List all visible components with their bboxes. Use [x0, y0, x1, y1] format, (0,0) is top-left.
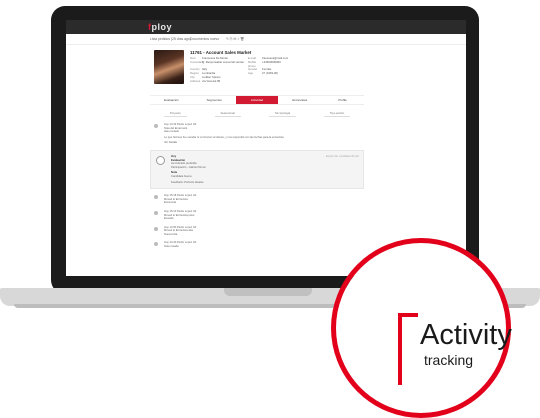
app-logo[interactable]: fploy [148, 22, 172, 32]
filter-select[interactable]: Sin tipología [268, 111, 297, 117]
entry-detail-link[interactable]: Ver Detalle [164, 141, 364, 145]
candidate-panel: 11761 - Account Sales Market Nom Francesc… [150, 44, 364, 254]
tab-evaluación[interactable]: Evaluación [150, 96, 193, 104]
feed-filters: Proyecto Seleccionar Sin tipología Tipo acc… [150, 111, 364, 117]
entry-status: Enviado [164, 217, 174, 221]
toolbar-icons[interactable]: ✎ ⎘ ✉ ⤴ 🗑 [226, 37, 244, 41]
badge-title: Activity [420, 319, 512, 351]
tab-entrevistas[interactable]: Entrevistas [278, 96, 321, 104]
back-link[interactable]: Lista pedidos (25 días ago) [150, 37, 191, 41]
entry-body: Lo que hicimos fue mandar el currículum … [164, 135, 285, 139]
field-row: Consultant Q: Responsable comercial venta… [190, 59, 360, 69]
entry-action: Nota creada [164, 245, 179, 249]
entry-dot [154, 210, 158, 215]
filter-select[interactable]: Proyecto [163, 111, 187, 117]
field-value: via Venezia 86 [202, 78, 221, 83]
feed-entry: Hoy 15:18 Pedro Lopez Gil Moved to Entre… [150, 194, 364, 205]
candidate-photo [154, 50, 184, 84]
field-value [262, 80, 308, 84]
laptop-screen: fploy Lista pedidos (25 días ago) Docume… [66, 20, 466, 276]
feed-entry: Hoy 15:10 Pedro Lopez Gil Moved to Entre… [150, 210, 364, 221]
field-key [248, 80, 262, 84]
entry-status: Entrevista [164, 201, 176, 205]
field-key: Address [190, 78, 201, 83]
entry-status: Nueva lista [164, 232, 178, 236]
feed-entry: Hoy 14:50 Pedro Lopez Gil Moved to Entre… [150, 226, 364, 237]
candidate-title: 11761 - Account Sales Market [190, 50, 252, 55]
tab-profile[interactable]: Profile [321, 96, 364, 104]
field-value: Q: Responsable comercial ventas [202, 59, 244, 64]
entry-dot [154, 124, 158, 128]
app-topbar: fploy [66, 20, 466, 34]
feed-entry-card: Hoy Evaluación Ha indicado preferida Par… [150, 149, 364, 190]
badge-subtitle: tracking [424, 352, 474, 368]
tab-actividad[interactable]: Actividad [235, 96, 279, 104]
entry-avatar [156, 155, 165, 165]
badge-bracket-horizontal [398, 313, 418, 317]
entry-participation: Participación - Gabriel Simon [171, 165, 206, 169]
badge-bracket-vertical [398, 313, 402, 385]
entry-dot [154, 226, 158, 231]
feed-entry: Hoy 14:30 Pedro Lopez Gil Nota creada [150, 241, 364, 248]
activity-feed: Hoy 14:32 Pedro Lopez Gil Nota del Email… [150, 123, 364, 249]
entry-status: Has enviado [164, 130, 179, 134]
entry-dot [154, 242, 158, 247]
entry-dot [154, 195, 158, 200]
documents-link[interactable]: Documentos nuevo [190, 37, 219, 41]
entry-actions[interactable]: Enviar Ver candidato Borrar [326, 155, 359, 159]
tab-segmentos[interactable]: Segmentos [193, 96, 236, 104]
field-row: Address via Venezia 86 [190, 78, 360, 84]
entry-feedback: Feedback: Perfecto ideales [171, 180, 204, 184]
candidate-fields: Nom Francesca De Monte E-mail francesca@mai… [190, 56, 360, 84]
entry-note: Candidata buena [171, 174, 192, 178]
profile-card: 11761 - Account Sales Market Nom Francesc… [150, 48, 364, 92]
filter-select[interactable]: Tipo acción [323, 111, 351, 117]
laptop-notch [224, 288, 312, 296]
filter-select[interactable]: Seleccionar [214, 111, 242, 117]
feed-entry: Hoy 14:32 Pedro Lopez Gil Nota del Email… [150, 123, 364, 145]
candidate-tabs: Evaluación Segmentos Actividad Entrevistas P… [150, 95, 364, 105]
